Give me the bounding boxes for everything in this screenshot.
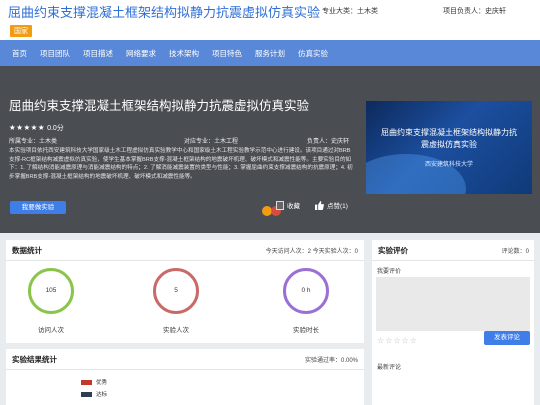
rating-score: 0.0分: [47, 125, 64, 132]
banner-line-2: 震虚拟仿真实验: [421, 140, 477, 149]
divider: [372, 260, 534, 261]
legend-pass: 达标: [81, 390, 107, 398]
duration-value: 0 h: [301, 287, 311, 294]
hero-category: 所属专业：土木类: [9, 139, 58, 145]
my-evaluation-label: 我要评价: [377, 269, 402, 275]
divider: [6, 260, 364, 261]
project-title: 屈曲约束支撑混凝土框架结构拟静力抗震虚拟仿真实验: [8, 5, 321, 20]
nav-simulation[interactable]: 仿真实验: [298, 48, 328, 59]
legend-swatch: [81, 392, 92, 398]
hero-section: 屈曲约束支撑混凝土框架结构拟静力抗震虚拟仿真实验 ★★★★★ 0.0分 所属专业…: [0, 66, 540, 233]
major-category: 专业大类：土木类: [322, 8, 378, 15]
today-stats: 今天访问人次：2 今天实验人次：0: [265, 249, 358, 255]
evaluation-panel: 实验评价 评论数：0 我要评价 ☆☆☆☆☆ 发表评论 最新评论: [372, 240, 534, 405]
thumbs-up-icon[interactable]: [315, 201, 324, 210]
hero-description: 本实验项目依托西安建筑科技大学国家级土木工程虚拟仿真实验教学中心和国家级土木工程…: [9, 148, 353, 180]
favorite-icon[interactable]: [276, 201, 284, 210]
visits-value: 105: [45, 287, 57, 294]
duration-circle: 0 h: [283, 268, 329, 314]
like-label[interactable]: 点赞(1): [327, 200, 348, 210]
experiments-value: 5: [174, 287, 178, 294]
level-badge: 国家: [10, 25, 32, 37]
nav-team[interactable]: 项目团队: [40, 48, 70, 59]
stats-title: 数据统计: [12, 246, 42, 255]
hero-leader: 负责人：史庆轩: [307, 139, 350, 145]
rating: ★★★★★ 0.0分: [9, 123, 64, 133]
nav-features[interactable]: 项目特色: [212, 48, 242, 59]
visits-circle: 105: [28, 268, 74, 314]
results-panel: 实验结果统计 实验通过率：0.00% 优秀 达标: [6, 349, 364, 405]
project-lead: 项目负责人：史庆轩: [443, 8, 506, 15]
duration-label: 实验时长: [293, 327, 319, 334]
comment-input[interactable]: [376, 277, 530, 331]
evaluation-title: 实验评价: [378, 246, 408, 255]
rating-stars-icon: ★★★★★: [9, 123, 46, 132]
visits-label: 访问人次: [38, 327, 64, 334]
favorite-label[interactable]: 收藏: [287, 200, 300, 210]
evaluation-stars-icon[interactable]: ☆☆☆☆☆: [377, 336, 418, 345]
start-experiment-button[interactable]: 我要做实验: [10, 201, 66, 214]
stats-panel: 数据统计 今天访问人次：2 今天实验人次：0 105 访问人次 5 实验人次 0…: [6, 240, 364, 343]
nav-description[interactable]: 项目描述: [83, 48, 113, 59]
latest-comments-label: 最新评论: [377, 365, 402, 371]
experiments-circle: 5: [153, 268, 199, 314]
experiments-label: 实验人次: [163, 327, 189, 334]
main-nav: 首页 项目团队 项目描述 网络要求 技术架构 项目特色 服务计划 仿真实验: [0, 40, 540, 66]
divider: [6, 369, 364, 370]
nav-network[interactable]: 网络要求: [126, 48, 156, 59]
post-comment-button[interactable]: 发表评论: [484, 331, 530, 345]
legend-label: 达标: [96, 392, 108, 398]
hero-banner-image: 屈曲约束支撑混凝土框架结构拟静力抗 震虚拟仿真实验 西安建筑科技大学: [366, 101, 532, 194]
nav-home[interactable]: 首页: [12, 48, 27, 59]
nav-service-plan[interactable]: 服务计划: [255, 48, 285, 59]
banner-line-3: 西安建筑科技大学: [424, 162, 473, 168]
hero-title: 屈曲约束支撑混凝土框架结构拟静力抗震虚拟仿真实验: [9, 99, 310, 113]
hero-corr-major: 对应专业：土木工程: [184, 139, 239, 145]
pass-rate: 实验通过率：0.00%: [304, 358, 358, 364]
nav-architecture[interactable]: 技术架构: [169, 48, 199, 59]
legend-swatch: [81, 380, 92, 386]
banner-line-1: 屈曲约束支撑混凝土框架结构拟静力抗: [381, 128, 517, 137]
results-title: 实验结果统计: [12, 355, 57, 364]
comment-count: 评论数：0: [501, 249, 529, 255]
legend-label: 优秀: [96, 380, 108, 386]
legend-excellent: 优秀: [81, 378, 107, 386]
top-header: 屈曲约束支撑混凝土框架结构拟静力抗震虚拟仿真实验 国家 专业大类：土木类 项目负…: [0, 0, 540, 40]
